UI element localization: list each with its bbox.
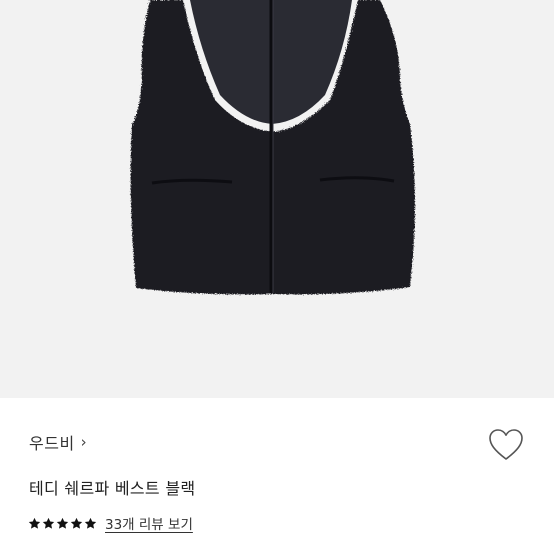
product-title: 테디 쉐르파 베스트 블랙 (29, 479, 196, 498)
star-icon (70, 517, 83, 529)
product-info-panel: 우드비 › 테디 쉐르파 베스트 블랙 33개 리뷰 보기 (0, 398, 554, 554)
star-icon (28, 517, 41, 529)
star-icon (42, 517, 55, 529)
vest-illustration (130, 0, 415, 295)
product-image[interactable] (0, 0, 554, 398)
reviews-link[interactable]: 33개 리뷰 보기 (105, 513, 193, 533)
brand-link[interactable]: 우드비 › (29, 430, 87, 454)
star-icon (56, 517, 69, 529)
chevron-right-icon: › (80, 433, 88, 451)
rating-row: 33개 리뷰 보기 (28, 513, 193, 533)
star-icon (84, 517, 97, 529)
star-rating (28, 517, 97, 530)
heart-outline-icon[interactable] (488, 428, 524, 462)
brand-name: 우드비 (29, 434, 75, 453)
